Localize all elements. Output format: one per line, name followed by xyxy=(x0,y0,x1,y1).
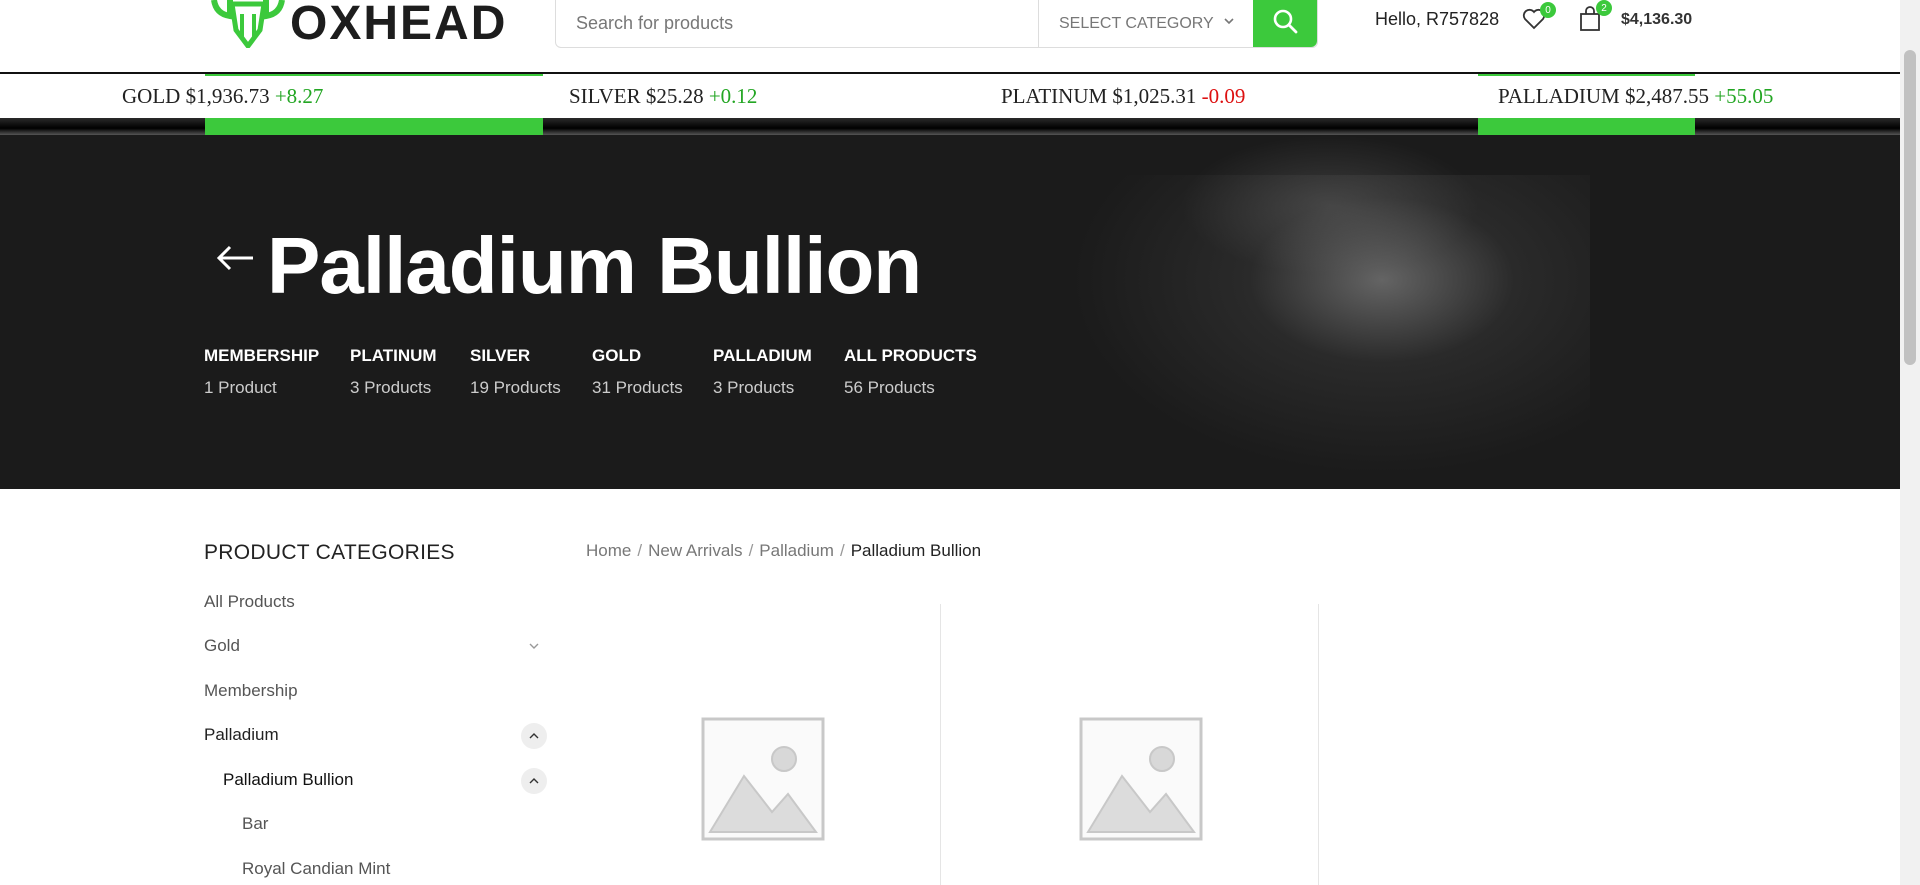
shopping-bag-icon xyxy=(1578,6,1602,36)
cart-button[interactable]: 2 xyxy=(1578,0,1612,37)
cart-total[interactable]: $4,136.30 xyxy=(1621,11,1692,29)
ticker-price: $25.28 xyxy=(645,84,704,108)
hero-category-membership[interactable]: MEMBERSHIP 1 Product xyxy=(204,346,319,398)
ticker-change: +0.12 xyxy=(708,84,758,108)
heart-icon xyxy=(1522,8,1546,34)
product-grid-divider xyxy=(940,604,941,885)
category-select-label: SELECT CATEGORY xyxy=(1059,14,1214,32)
hero-category-name: PALLADIUM xyxy=(713,346,812,365)
ticker-accent-top xyxy=(205,74,543,76)
breadcrumb: Home / New Arrivals / Palladium / Palladium Bu… xyxy=(586,541,982,560)
ticker-metal: PALLADIUM xyxy=(1498,84,1620,108)
hero-category-count: 56 Products xyxy=(844,378,935,397)
search-bar: SELECT CATEGORY xyxy=(555,0,1318,48)
logo[interactable]: OXHEAD xyxy=(210,0,508,51)
metal-price-ticker: GOLD $1,936.73 +8.27 SILVER $25.28 +0.12… xyxy=(0,74,1900,119)
ox-head-logo-icon xyxy=(210,0,286,51)
product-image-placeholder[interactable] xyxy=(1078,716,1204,842)
back-arrow-icon[interactable] xyxy=(215,243,255,278)
hero-category-name: MEMBERSHIP xyxy=(204,346,320,365)
sidebar-item-membership[interactable]: Membership xyxy=(204,681,298,701)
ticker-metal: PLATINUM xyxy=(1001,84,1108,108)
category-select[interactable]: SELECT CATEGORY xyxy=(1038,0,1253,47)
hero-category-all-products[interactable]: ALL PRODUCTS 56 Products xyxy=(844,346,977,398)
ticker-change: +55.05 xyxy=(1714,84,1774,108)
hero-category-count: 19 Products xyxy=(470,378,561,397)
hero-category-name: ALL PRODUCTS xyxy=(844,346,977,365)
account-greeting[interactable]: Hello, R757828 xyxy=(1375,9,1499,30)
breadcrumb-current: Palladium Bullion xyxy=(850,541,982,560)
hero-category-gold[interactable]: GOLD 31 Products xyxy=(592,346,683,398)
site-header: OXHEAD SELECT CATEGORY Hello, R757828 0 … xyxy=(0,0,1900,74)
ticker-metal: GOLD xyxy=(122,84,181,108)
product-image-placeholder[interactable] xyxy=(700,716,826,842)
ticker-accent-top xyxy=(1478,74,1695,76)
ticker-accent-bar xyxy=(205,118,543,135)
ticker-bar xyxy=(0,118,1900,135)
image-placeholder-icon xyxy=(701,717,825,841)
scrollbar-thumb[interactable] xyxy=(1904,50,1916,365)
ticker-item-palladium: PALLADIUM $2,487.55 +55.05 xyxy=(1498,84,1773,109)
breadcrumb-home[interactable]: Home xyxy=(586,541,631,560)
ticker-metal: SILVER xyxy=(569,84,641,108)
ticker-price: $2,487.55 xyxy=(1624,84,1709,108)
hero-category-count: 1 Product xyxy=(204,378,277,397)
hero-background-image xyxy=(1180,135,1480,275)
vertical-scrollbar[interactable] xyxy=(1900,0,1920,885)
hero-category-count: 3 Products xyxy=(713,378,795,397)
chevron-down-icon[interactable] xyxy=(521,633,547,659)
hero-category-count: 3 Products xyxy=(350,378,432,397)
wishlist-count-badge: 0 xyxy=(1540,2,1556,18)
ticker-price: $1,025.31 xyxy=(1112,84,1197,108)
hero-category-silver[interactable]: SILVER 19 Products xyxy=(470,346,561,398)
sidebar-item-all-products[interactable]: All Products xyxy=(204,592,295,612)
hero-category-platinum[interactable]: PLATINUM 3 Products xyxy=(350,346,437,398)
category-hero: Palladium Bullion MEMBERSHIP 1 Product P… xyxy=(0,135,1900,489)
chevron-up-icon[interactable] xyxy=(521,723,547,749)
hero-category-name: SILVER xyxy=(470,346,531,365)
ticker-item-silver: SILVER $25.28 +0.12 xyxy=(569,84,757,109)
search-icon xyxy=(1272,8,1298,39)
search-button[interactable] xyxy=(1253,0,1317,47)
sidebar-item-palladium-bullion[interactable]: Palladium Bullion xyxy=(223,770,353,790)
sidebar-item-bar[interactable]: Bar xyxy=(242,814,268,834)
page-title: Palladium Bullion xyxy=(267,221,922,310)
hero-category-palladium[interactable]: PALLADIUM 3 Products xyxy=(713,346,812,398)
chevron-down-icon xyxy=(1223,14,1235,32)
sidebar-title: PRODUCT CATEGORIES xyxy=(204,541,455,564)
ticker-accent-bar xyxy=(1478,118,1695,135)
brand-name: OXHEAD xyxy=(290,0,508,50)
ticker-change: +8.27 xyxy=(274,84,324,108)
chevron-up-icon[interactable] xyxy=(521,768,547,794)
hero-category-name: PLATINUM xyxy=(350,346,437,365)
ticker-item-gold: GOLD $1,936.73 +8.27 xyxy=(122,84,323,109)
sidebar-item-royal-candian-mint[interactable]: Royal Candian Mint xyxy=(242,859,390,879)
ticker-change: -0.09 xyxy=(1201,84,1246,108)
search-input[interactable] xyxy=(556,0,1038,47)
image-placeholder-icon xyxy=(1079,717,1203,841)
sidebar-item-gold[interactable]: Gold xyxy=(204,636,240,656)
wishlist-button[interactable]: 0 xyxy=(1522,2,1556,35)
ticker-price: $1,936.73 xyxy=(185,84,270,108)
breadcrumb-palladium[interactable]: Palladium xyxy=(759,541,834,560)
product-grid-divider xyxy=(1318,604,1319,885)
hero-category-name: GOLD xyxy=(592,346,642,365)
hero-category-count: 31 Products xyxy=(592,378,683,397)
ticker-item-platinum: PLATINUM $1,025.31 -0.09 xyxy=(1001,84,1245,109)
breadcrumb-new-arrivals[interactable]: New Arrivals xyxy=(648,541,742,560)
cart-count-badge: 2 xyxy=(1596,0,1612,16)
sidebar-item-palladium[interactable]: Palladium xyxy=(204,725,279,745)
